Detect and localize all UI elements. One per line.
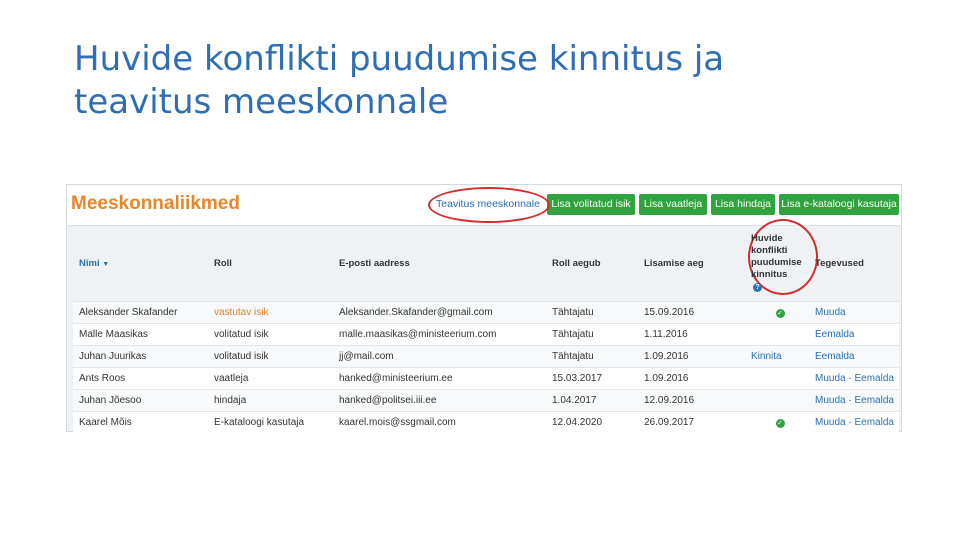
- remove-link[interactable]: Eemalda: [815, 329, 854, 340]
- remove-link[interactable]: Eemalda: [854, 373, 893, 384]
- cell-coi: [745, 323, 809, 346]
- team-members-table: Nimi ▼ Roll E-posti aadress Roll aegub L…: [73, 225, 899, 433]
- slide-title: Huvide konflikti puudumise kinnitus ja t…: [74, 38, 894, 124]
- edit-link[interactable]: Muuda: [815, 395, 846, 406]
- cell-actions: Muuda · Eemalda: [809, 367, 899, 390]
- cell-coi: ✓: [745, 411, 809, 433]
- cell-role-link[interactable]: vastutav isik: [208, 301, 333, 324]
- cell-email: kaarel.mois@ssgmail.com: [333, 411, 546, 433]
- cell-role: E-kataloogi kasutaja: [208, 411, 333, 433]
- cell-name: Malle Maasikas: [73, 323, 208, 346]
- cell-role: vaatleja: [208, 367, 333, 390]
- edit-link[interactable]: Muuda: [815, 373, 846, 384]
- cell-name: Aleksander Skafander: [73, 301, 208, 324]
- remove-link[interactable]: Eemalda: [815, 351, 854, 362]
- cell-added: 1.09.2016: [638, 345, 745, 368]
- cell-role: volitatud isik: [208, 345, 333, 368]
- notify-team-button[interactable]: Teavitus meeskonnale: [433, 194, 543, 215]
- cell-added: 26.09.2017: [638, 411, 745, 433]
- cell-actions: Muuda: [809, 301, 899, 324]
- cell-expires: 15.03.2017: [546, 367, 638, 390]
- edit-link[interactable]: Muuda: [815, 417, 846, 428]
- edit-link[interactable]: Muuda: [815, 307, 846, 318]
- table-row: Ants Roos vaatleja hanked@ministeerium.e…: [73, 367, 899, 390]
- cell-coi: [745, 367, 809, 390]
- panel-title: Meeskonnaliikmed: [71, 193, 240, 214]
- cell-actions: Eemalda: [809, 323, 899, 346]
- cell-name: Juhan Jõesoo: [73, 389, 208, 412]
- add-evaluator-button[interactable]: Lisa hindaja: [711, 194, 775, 215]
- column-header-email: E-posti aadress: [339, 257, 410, 269]
- cell-expires: 1.04.2017: [546, 389, 638, 412]
- add-observer-button[interactable]: Lisa vaatleja: [639, 194, 707, 215]
- action-separator: ·: [848, 373, 852, 384]
- cell-added: 1.09.2016: [638, 367, 745, 390]
- check-circle-icon: ✓: [775, 419, 785, 428]
- question-circle-icon[interactable]: ?: [753, 283, 762, 292]
- table-row: Juhan Juurikas volitatud isik jj@mail.co…: [73, 345, 899, 368]
- check-circle-icon: ✓: [775, 309, 785, 318]
- cell-email: malle.maasikas@ministeerium.com: [333, 323, 546, 346]
- cell-email: Aleksander.Skafander@gmail.com: [333, 301, 546, 324]
- column-header-coi: Huvide konflikti puudumise kinnitus ?: [751, 233, 802, 292]
- table-row: Kaarel Mõis E-kataloogi kasutaja kaarel.…: [73, 411, 899, 433]
- column-header-actions: Tegevused: [815, 257, 864, 269]
- cell-email: jj@mail.com: [333, 345, 546, 368]
- remove-link[interactable]: Eemalda: [854, 417, 893, 428]
- slide-title-line-1: Huvide konflikti puudumise kinnitus ja: [74, 39, 725, 79]
- team-members-screenshot: Meeskonnaliikmed Teavitus meeskonnale Li…: [66, 184, 902, 433]
- cell-actions: Eemalda: [809, 345, 899, 368]
- cell-actions: Muuda · Eemalda: [809, 389, 899, 412]
- cell-name: Juhan Juurikas: [73, 345, 208, 368]
- table-row: Malle Maasikas volitatud isik malle.maas…: [73, 323, 899, 346]
- add-ecatalog-user-button[interactable]: Lisa e-kataloogi kasutaja: [779, 194, 899, 215]
- column-header-added: Lisamise aeg: [644, 257, 704, 269]
- cell-coi: ✓: [745, 301, 809, 324]
- cell-added: 1.11.2016: [638, 323, 745, 346]
- cell-added: 15.09.2016: [638, 301, 745, 324]
- cell-name: Ants Roos: [73, 367, 208, 390]
- column-header-name[interactable]: Nimi ▼: [73, 225, 208, 302]
- panel-header: Meeskonnaliikmed Teavitus meeskonnale Li…: [67, 185, 901, 226]
- cell-expires: Tähtajatu: [546, 323, 638, 346]
- table-row: Juhan Jõesoo hindaja hanked@politsei.iii…: [73, 389, 899, 412]
- cell-email: hanked@politsei.iii.ee: [333, 389, 546, 412]
- table-row: Aleksander Skafander vastutav isik Aleks…: [73, 301, 899, 324]
- add-authorized-person-button[interactable]: Lisa volitatud isik: [547, 194, 635, 215]
- action-separator: ·: [848, 417, 852, 428]
- cell-expires: 12.04.2020: [546, 411, 638, 433]
- cell-actions: Muuda · Eemalda: [809, 411, 899, 433]
- column-header-role: Roll: [214, 257, 232, 269]
- column-header-expires: Roll aegub: [552, 257, 601, 269]
- cell-email: hanked@ministeerium.ee: [333, 367, 546, 390]
- cell-name: Kaarel Mõis: [73, 411, 208, 433]
- remove-link[interactable]: Eemalda: [854, 395, 893, 406]
- cell-coi: [745, 389, 809, 412]
- table-header-row: Nimi ▼ Roll E-posti aadress Roll aegub L…: [73, 225, 899, 302]
- slide-title-line-2: teavitus meeskonnale: [74, 82, 449, 122]
- cell-added: 12.09.2016: [638, 389, 745, 412]
- cell-expires: Tähtajatu: [546, 301, 638, 324]
- cell-role: volitatud isik: [208, 323, 333, 346]
- confirm-coi-link[interactable]: Kinnita: [745, 345, 809, 368]
- cell-expires: Tähtajatu: [546, 345, 638, 368]
- cell-role: hindaja: [208, 389, 333, 412]
- caret-down-icon: ▼: [102, 260, 110, 268]
- action-separator: ·: [848, 395, 852, 406]
